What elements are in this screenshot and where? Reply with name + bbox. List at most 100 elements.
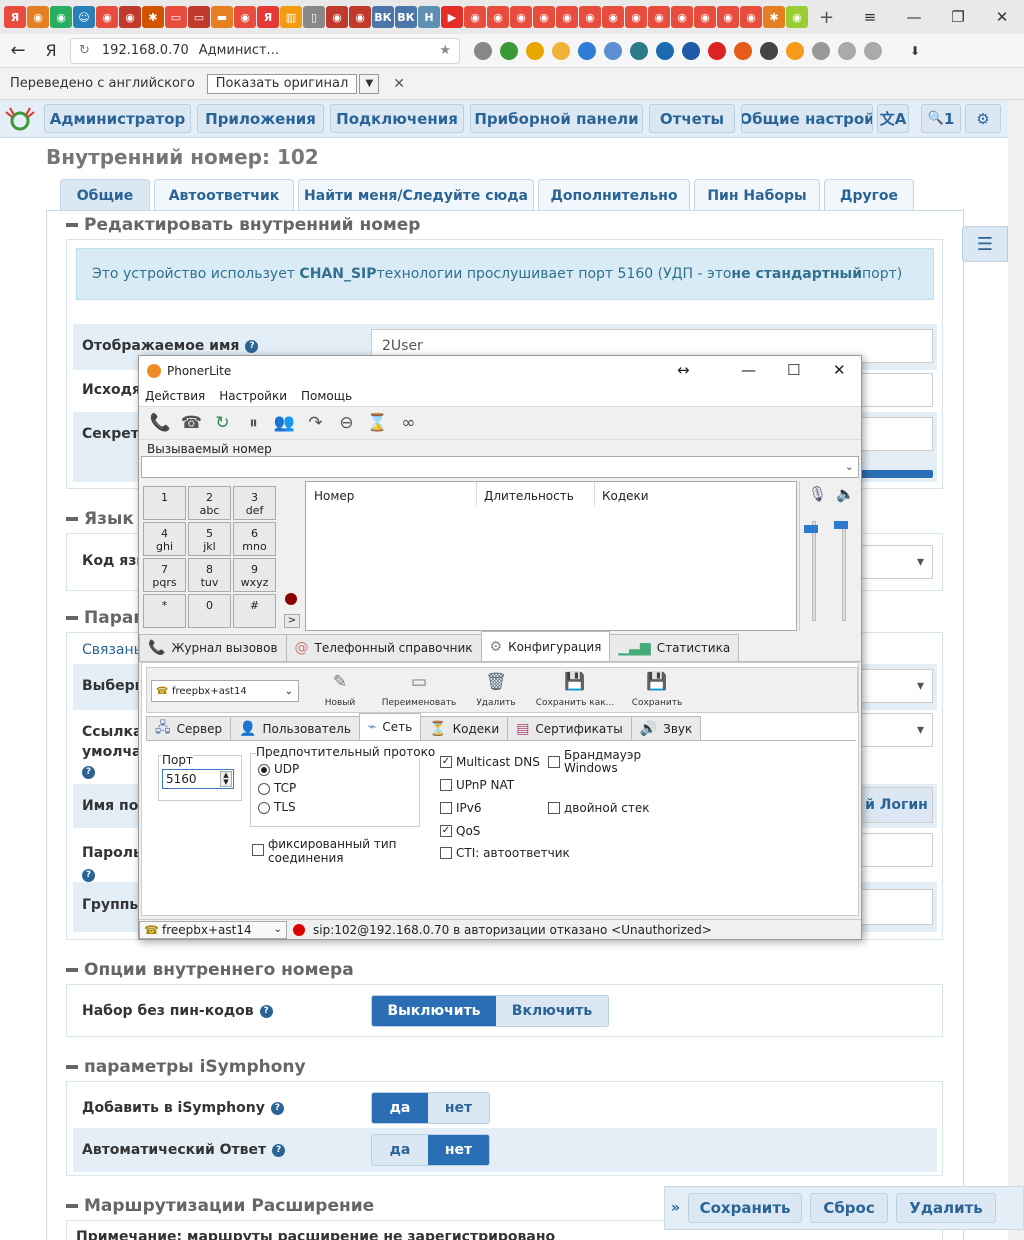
nav-dashboard[interactable]: Приборной панели xyxy=(470,104,643,133)
browser-tab-favicon-icon[interactable]: ▬ xyxy=(211,6,233,28)
nav-connectivity[interactable]: Подключения xyxy=(330,104,464,133)
keypad-key[interactable]: 1 xyxy=(143,486,186,520)
browser-tab-favicon-icon[interactable]: ▭ xyxy=(165,6,187,28)
browser-tab-favicon-icon[interactable]: ◉ xyxy=(234,6,256,28)
extension-icon[interactable] xyxy=(730,41,756,61)
browser-tab-favicon-icon[interactable]: ◉ xyxy=(602,6,624,28)
tab-advanced[interactable]: Дополнительно xyxy=(538,179,690,211)
conference-icon[interactable]: 👥 xyxy=(269,413,300,433)
profile-select[interactable]: ☎ freepbx+ast14 ⌄ xyxy=(151,680,299,702)
dual-stack-checkbox[interactable] xyxy=(548,802,560,814)
mic-volume-thumb[interactable] xyxy=(804,525,818,533)
save-as-profile-button[interactable]: 💾 Сохранить как... xyxy=(533,672,617,708)
qos-checkbox[interactable]: ✓ xyxy=(440,825,452,837)
record-icon[interactable]: ∞ xyxy=(393,413,424,433)
upnp-checkbox[interactable] xyxy=(440,779,452,791)
browser-tab-favicon-icon[interactable]: ▶ xyxy=(441,6,463,28)
col-codecs[interactable]: Кодеки xyxy=(602,489,649,503)
tab-voicemail[interactable]: Автоответчик xyxy=(154,179,294,211)
link-default-dropdown[interactable]: ▾ xyxy=(860,713,933,747)
subtab-server[interactable]: 🖧 Сервер xyxy=(146,716,232,740)
speaker-volume-track[interactable] xyxy=(842,521,846,621)
browser-tab-favicon-icon[interactable]: ◉ xyxy=(487,6,509,28)
language-icon[interactable]: 文A xyxy=(877,104,909,133)
speaker-volume-thumb[interactable] xyxy=(834,521,848,529)
tab-pinsets[interactable]: Пин Наборы xyxy=(694,179,820,211)
hold-icon[interactable]: ⏸ xyxy=(238,413,269,433)
bookmark-star-icon[interactable]: ★ xyxy=(439,43,451,58)
transfer-icon[interactable]: ↷ xyxy=(300,413,331,433)
browser-menu-icon[interactable]: ≡ xyxy=(848,8,892,26)
delete-profile-button[interactable]: 🗑 Удалить xyxy=(471,672,521,708)
help-icon[interactable]: ? xyxy=(82,868,95,882)
login-button[interactable]: й Логин xyxy=(860,787,933,823)
extension-icon[interactable] xyxy=(496,41,522,61)
save-profile-button[interactable]: 💾 Сохранить xyxy=(629,672,685,708)
browser-tab-favicon-icon[interactable]: ◉ xyxy=(625,6,647,28)
subtab-sound[interactable]: 🔊 Звук xyxy=(630,716,702,740)
cti-checkbox[interactable] xyxy=(440,847,452,859)
reload-icon[interactable]: ↻ xyxy=(79,43,90,58)
browser-tab-favicon-icon[interactable]: ◉ xyxy=(96,6,118,28)
browser-tab-favicon-icon[interactable]: ◉ xyxy=(119,6,141,28)
freepbx-logo-icon[interactable] xyxy=(2,104,38,134)
extension-icon[interactable] xyxy=(522,41,548,61)
help-icon[interactable]: ? xyxy=(270,1101,284,1115)
speaker-icon[interactable]: 🔈 xyxy=(836,485,855,503)
help-icon[interactable]: ? xyxy=(272,1143,286,1157)
keypad-key[interactable]: 5 jkl xyxy=(188,522,231,556)
keypad-key[interactable]: 9 wxyz xyxy=(233,558,276,592)
keypad-key[interactable]: 8 tuv xyxy=(188,558,231,592)
nav-settings[interactable]: Общие настрой xyxy=(741,104,873,133)
phonerlite-titlebar[interactable]: PhonerLite ↔ — ☐ ✕ xyxy=(139,356,861,386)
add-isymphony-no[interactable]: нет xyxy=(428,1093,489,1123)
download-icon[interactable]: ⬇ xyxy=(902,41,928,61)
tab-other[interactable]: Другое xyxy=(824,179,914,211)
browser-tab-favicon-icon[interactable]: ◉ xyxy=(326,6,348,28)
browser-tab-favicon-icon[interactable]: ◉ xyxy=(717,6,739,28)
close-translate-icon[interactable]: ✕ xyxy=(393,76,405,92)
keypad-key[interactable]: 6 mno xyxy=(233,522,276,556)
collapse-footer-icon[interactable]: » xyxy=(671,1200,680,1216)
nav-admin[interactable]: Администратор xyxy=(44,104,191,133)
microphone-icon[interactable]: 🎙 xyxy=(808,485,827,503)
udp-radio[interactable] xyxy=(258,764,270,776)
extension-icon[interactable] xyxy=(704,41,730,61)
firewall-checkbox[interactable] xyxy=(548,756,560,768)
chevron-down-icon[interactable]: ⌄ xyxy=(285,686,293,697)
browser-tab-favicon-icon[interactable]: ◉ xyxy=(648,6,670,28)
save-button[interactable]: Сохранить xyxy=(688,1193,803,1223)
port-spinner[interactable]: ▲ ▼ xyxy=(220,771,232,787)
close-button[interactable]: ✕ xyxy=(980,8,1024,26)
auto-answer-yes[interactable]: да xyxy=(372,1135,428,1165)
keypad-key[interactable]: # xyxy=(233,594,276,628)
browser-tab-favicon-icon[interactable]: ◉ xyxy=(533,6,555,28)
mic-volume-track[interactable] xyxy=(812,521,816,621)
linked-link[interactable]: Связаны xyxy=(82,642,145,658)
ipv6-checkbox[interactable] xyxy=(440,802,452,814)
extension-icon[interactable] xyxy=(574,41,600,61)
tls-radio[interactable] xyxy=(258,802,270,814)
section-routing-heading[interactable]: Маршрутизации Расширение xyxy=(66,1196,374,1216)
extension-icon[interactable] xyxy=(470,41,496,61)
call-icon[interactable]: 📞 xyxy=(145,413,176,433)
reset-button[interactable]: Сброс xyxy=(810,1193,889,1223)
extension-icon[interactable] xyxy=(548,41,574,61)
menu-help[interactable]: Помощь xyxy=(301,389,352,403)
browser-tab-favicon-icon[interactable]: ◉ xyxy=(510,6,532,28)
tab-general[interactable]: Общие xyxy=(60,179,150,211)
nav-reports[interactable]: Отчеты xyxy=(649,104,735,133)
menu-settings[interactable]: Настройки xyxy=(219,389,287,403)
new-profile-button[interactable]: ✎ Новый xyxy=(315,672,365,708)
browser-tab-favicon-icon[interactable]: Я xyxy=(257,6,279,28)
subtab-user[interactable]: 👤 Пользователь xyxy=(230,716,360,740)
tab-configuration[interactable]: ⚙ Конфигурация xyxy=(480,631,611,661)
col-number[interactable]: Номер xyxy=(314,489,354,503)
extension-icon[interactable] xyxy=(756,41,782,61)
yandex-logo-icon[interactable]: Я xyxy=(36,41,66,60)
extension-icon[interactable] xyxy=(860,41,886,61)
chevron-down-icon[interactable]: ⌄ xyxy=(845,460,854,473)
hangup-icon[interactable]: ☎ xyxy=(176,413,207,433)
keypad-key[interactable]: 4 ghi xyxy=(143,522,186,556)
browser-tab-favicon-icon[interactable]: ◉ xyxy=(464,6,486,28)
